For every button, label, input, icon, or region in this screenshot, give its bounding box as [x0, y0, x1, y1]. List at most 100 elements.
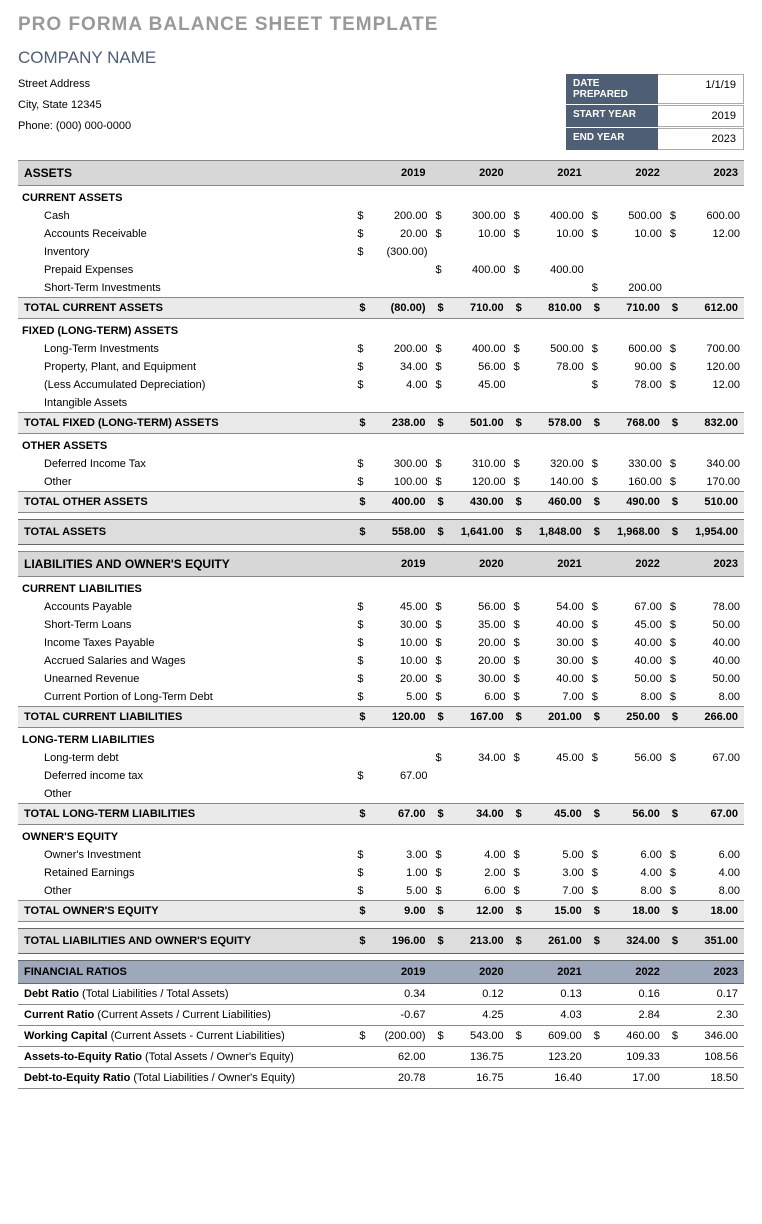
currency-symbol: $	[588, 207, 606, 225]
row-label: Other	[18, 882, 353, 901]
cell-value: 78.00	[606, 376, 666, 394]
cell-value: 108.56	[684, 1047, 744, 1068]
currency-symbol: $	[666, 652, 684, 670]
currency-symbol	[666, 243, 684, 261]
currency-symbol	[510, 279, 528, 298]
section-header: ASSETS20192020202120222023	[18, 161, 744, 186]
currency-symbol: $	[588, 670, 606, 688]
table-row: Short-Term Investments$200.00	[18, 279, 744, 298]
cell-value: 4.00	[684, 864, 744, 882]
currency-symbol: $	[588, 520, 606, 545]
cell-value: 2.84	[606, 1005, 666, 1026]
ratio-label: Debt Ratio (Total Liabilities / Total As…	[18, 984, 353, 1005]
currency-symbol: $	[588, 749, 606, 767]
end-year-value: 2023	[658, 128, 744, 150]
cell-value: 609.00	[528, 1026, 588, 1047]
cell-value: 600.00	[606, 340, 666, 358]
table-row: TOTAL OTHER ASSETS$400.00$430.00$460.00$…	[18, 492, 744, 513]
currency-symbol: $	[432, 882, 450, 901]
currency-symbol: $	[588, 455, 606, 473]
ratio-label: Current Ratio (Current Assets / Current …	[18, 1005, 353, 1026]
currency-symbol: $	[666, 376, 684, 394]
year-header: 2023	[684, 552, 744, 577]
subsection-label: OWNER'S EQUITY	[18, 825, 744, 847]
cell-value: 500.00	[606, 207, 666, 225]
table-row: Other$5.00$6.00$7.00$8.00$8.00	[18, 882, 744, 901]
currency-symbol	[666, 1068, 684, 1089]
row-label: Deferred Income Tax	[18, 455, 353, 473]
subsection-label: FIXED (LONG-TERM) ASSETS	[18, 319, 744, 341]
currency-symbol: $	[353, 804, 371, 825]
currency-symbol	[666, 767, 684, 785]
cell-value: 20.00	[372, 670, 432, 688]
currency-symbol	[353, 1047, 371, 1068]
cell-value: 2.30	[684, 1005, 744, 1026]
cell-value: 1,968.00	[606, 520, 666, 545]
currency-symbol: $	[588, 413, 606, 434]
table-row: Unearned Revenue$20.00$30.00$40.00$50.00…	[18, 670, 744, 688]
table-row: Other$100.00$120.00$140.00$160.00$170.00	[18, 473, 744, 492]
currency-symbol	[510, 984, 528, 1005]
currency-symbol: $	[666, 846, 684, 864]
currency-symbol: $	[510, 670, 528, 688]
cell-value: 45.00	[450, 376, 510, 394]
currency-symbol: $	[510, 520, 528, 545]
subsection-header: LONG-TERM LIABILITIES	[18, 728, 744, 750]
currency-symbol: $	[666, 520, 684, 545]
cell-value: 5.00	[528, 846, 588, 864]
currency-symbol: $	[510, 340, 528, 358]
cell-value: 120.00	[450, 473, 510, 492]
table-row: Current Portion of Long-Term Debt$5.00$6…	[18, 688, 744, 707]
cell-value: 6.00	[606, 846, 666, 864]
currency-symbol: $	[666, 225, 684, 243]
section-label: LIABILITIES AND OWNER'S EQUITY	[18, 552, 353, 577]
row-label: Income Taxes Payable	[18, 634, 353, 652]
cell-value: 67.00	[684, 749, 744, 767]
currency-symbol: $	[432, 901, 450, 922]
currency-symbol: $	[666, 929, 684, 954]
cell-value: 56.00	[450, 598, 510, 616]
row-label: Property, Plant, and Equipment	[18, 358, 353, 376]
currency-symbol: $	[666, 492, 684, 513]
end-year-label: END YEAR	[566, 128, 658, 150]
currency-symbol	[588, 1047, 606, 1068]
cell-value: 320.00	[528, 455, 588, 473]
cell-value	[528, 785, 588, 804]
currency-symbol: $	[510, 473, 528, 492]
cell-value: 200.00	[606, 279, 666, 298]
currency-symbol	[510, 1068, 528, 1089]
currency-symbol	[432, 767, 450, 785]
cell-value: 120.00	[684, 358, 744, 376]
currency-symbol	[510, 243, 528, 261]
cell-value: (80.00)	[372, 298, 432, 319]
currency-symbol	[588, 984, 606, 1005]
table-row: TOTAL OWNER'S EQUITY$9.00$12.00$15.00$18…	[18, 901, 744, 922]
ratio-label: Working Capital (Current Assets - Curren…	[18, 1026, 353, 1047]
currency-symbol	[353, 984, 371, 1005]
currency-symbol: $	[510, 261, 528, 279]
year-header: 2022	[606, 161, 666, 186]
ratio-label: Assets-to-Equity Ratio (Total Assets / O…	[18, 1047, 353, 1068]
currency-symbol: $	[510, 846, 528, 864]
currency-symbol	[588, 394, 606, 413]
cell-value: 167.00	[450, 707, 510, 728]
meta-box: DATE PREPARED1/1/19 START YEAR2019 END Y…	[566, 74, 744, 150]
cell-value: 710.00	[450, 298, 510, 319]
row-label: (Less Accumulated Depreciation)	[18, 376, 353, 394]
section-header: FINANCIAL RATIOS20192020202120222023	[18, 961, 744, 984]
currency-symbol: $	[353, 358, 371, 376]
currency-symbol: $	[432, 492, 450, 513]
currency-symbol: $	[510, 929, 528, 954]
cell-value: 3.00	[528, 864, 588, 882]
table-row: Deferred Income Tax$300.00$310.00$320.00…	[18, 455, 744, 473]
currency-symbol: $	[432, 340, 450, 358]
currency-symbol	[432, 1068, 450, 1089]
cell-value: 578.00	[528, 413, 588, 434]
currency-symbol	[353, 394, 371, 413]
subsection-header: OWNER'S EQUITY	[18, 825, 744, 847]
cell-value: 16.40	[528, 1068, 588, 1089]
cell-value: 238.00	[372, 413, 432, 434]
table-row: (Less Accumulated Depreciation)$4.00$45.…	[18, 376, 744, 394]
currency-symbol: $	[353, 340, 371, 358]
currency-symbol: $	[432, 616, 450, 634]
